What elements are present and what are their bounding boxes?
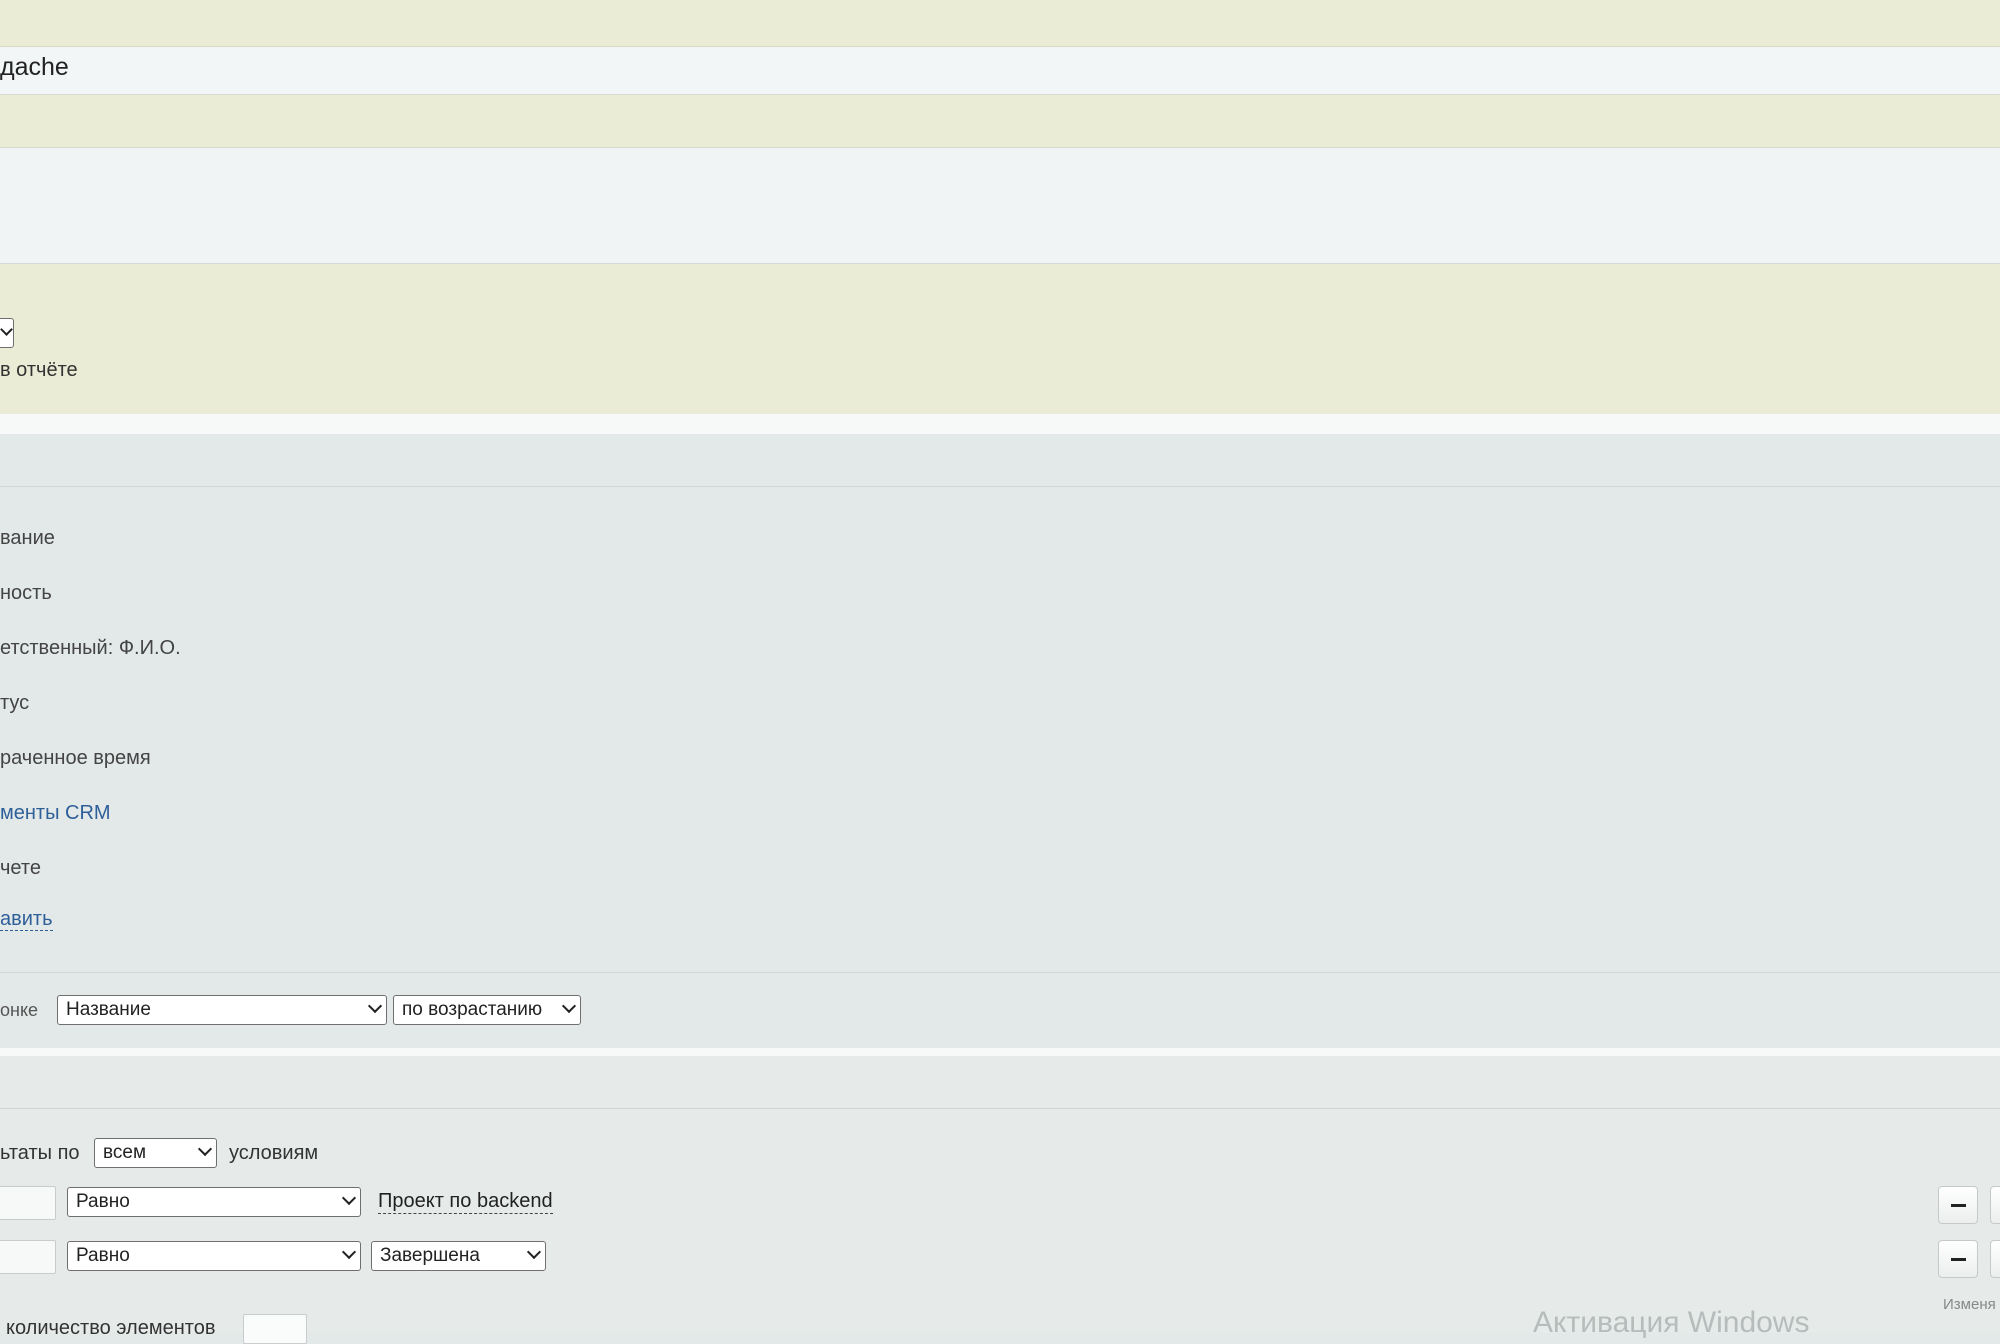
condition-2-operator-value: Равно: [76, 1245, 130, 1266]
condition-2-remove-button[interactable]: [1938, 1240, 1978, 1278]
windows-activation-watermark: Активация Windows: [1533, 1306, 1810, 1339]
green-band: [0, 95, 2000, 148]
chevron-down-icon: [341, 1244, 357, 1260]
column-item-importance: ность: [0, 582, 52, 604]
condition-2-operator-select[interactable]: Равно: [67, 1241, 361, 1271]
condition-1-remove-button[interactable]: [1938, 1186, 1978, 1224]
show-in-report-label: в отчёте: [0, 359, 78, 381]
column-item-time-spent: раченное время: [0, 747, 151, 769]
column-item-name: вание: [0, 527, 55, 549]
minus-icon: [1951, 1204, 1966, 1207]
filter-suffix-label: условиям: [229, 1142, 319, 1164]
limit-input[interactable]: [243, 1314, 307, 1344]
chevron-down-icon: [197, 1141, 213, 1157]
condition-2-field-input[interactable]: [0, 1240, 56, 1274]
section-gap-2: [0, 1048, 2000, 1056]
condition-1-extra-button[interactable]: [1990, 1186, 2000, 1224]
sort-divider: [0, 972, 2000, 973]
columns-header-divider: [0, 486, 2000, 487]
column-item-status: тус: [0, 692, 30, 714]
filter-section: ьтаты по всем условиям Равно Проект по b…: [0, 1056, 2000, 1344]
condition-1-value-link[interactable]: Проект по backend: [378, 1189, 553, 1214]
condition-2-value: Завершена: [380, 1245, 480, 1266]
chevron-down-icon: [341, 1190, 357, 1206]
top-header-band: [0, 0, 2000, 47]
chevron-down-icon: [0, 323, 13, 336]
limit-label: количество элементов: [6, 1317, 216, 1339]
column-item-responsible: етственный: Ф.И.О.: [0, 637, 181, 659]
filter-header-divider: [0, 1108, 2000, 1109]
filter-mode-select[interactable]: всем: [94, 1138, 217, 1168]
condition-1-field-input[interactable]: [0, 1186, 56, 1220]
columns-section: вание ность етственный: Ф.И.О. тус рачен…: [0, 434, 2000, 1048]
sort-order-select[interactable]: по возрастанию: [393, 995, 581, 1025]
report-options-section: в отчёте: [0, 264, 2000, 414]
filter-prefix-label: ьтаты по: [0, 1142, 80, 1164]
condition-1-operator-select[interactable]: Равно: [67, 1187, 361, 1217]
condition-1-operator-value: Равно: [76, 1191, 130, 1212]
column-item-in-report: чете: [0, 857, 41, 879]
column-item-crm-elements[interactable]: менты CRM: [0, 802, 111, 825]
filter-mode-value: всем: [103, 1142, 147, 1163]
add-column-link[interactable]: авить: [0, 908, 53, 931]
light-section: [0, 148, 2000, 264]
sort-column-value: Название: [66, 999, 151, 1020]
minus-icon: [1951, 1258, 1966, 1261]
sort-label: онке: [0, 1000, 39, 1020]
chevron-down-icon: [367, 998, 383, 1014]
report-options-select[interactable]: [0, 318, 14, 348]
sort-column-select[interactable]: Название: [57, 995, 387, 1025]
condition-2-value-select[interactable]: Завершена: [371, 1241, 546, 1271]
section-gap: [0, 414, 2000, 434]
changed-label: Изменя: [1943, 1296, 1996, 1313]
chevron-down-icon: [561, 998, 577, 1014]
task-title-bar: дache: [0, 47, 2000, 95]
condition-2-extra-button[interactable]: [1990, 1240, 2000, 1278]
task-title: дache: [0, 53, 69, 81]
sort-order-value: по возрастанию: [402, 999, 543, 1020]
chevron-down-icon: [526, 1244, 542, 1260]
